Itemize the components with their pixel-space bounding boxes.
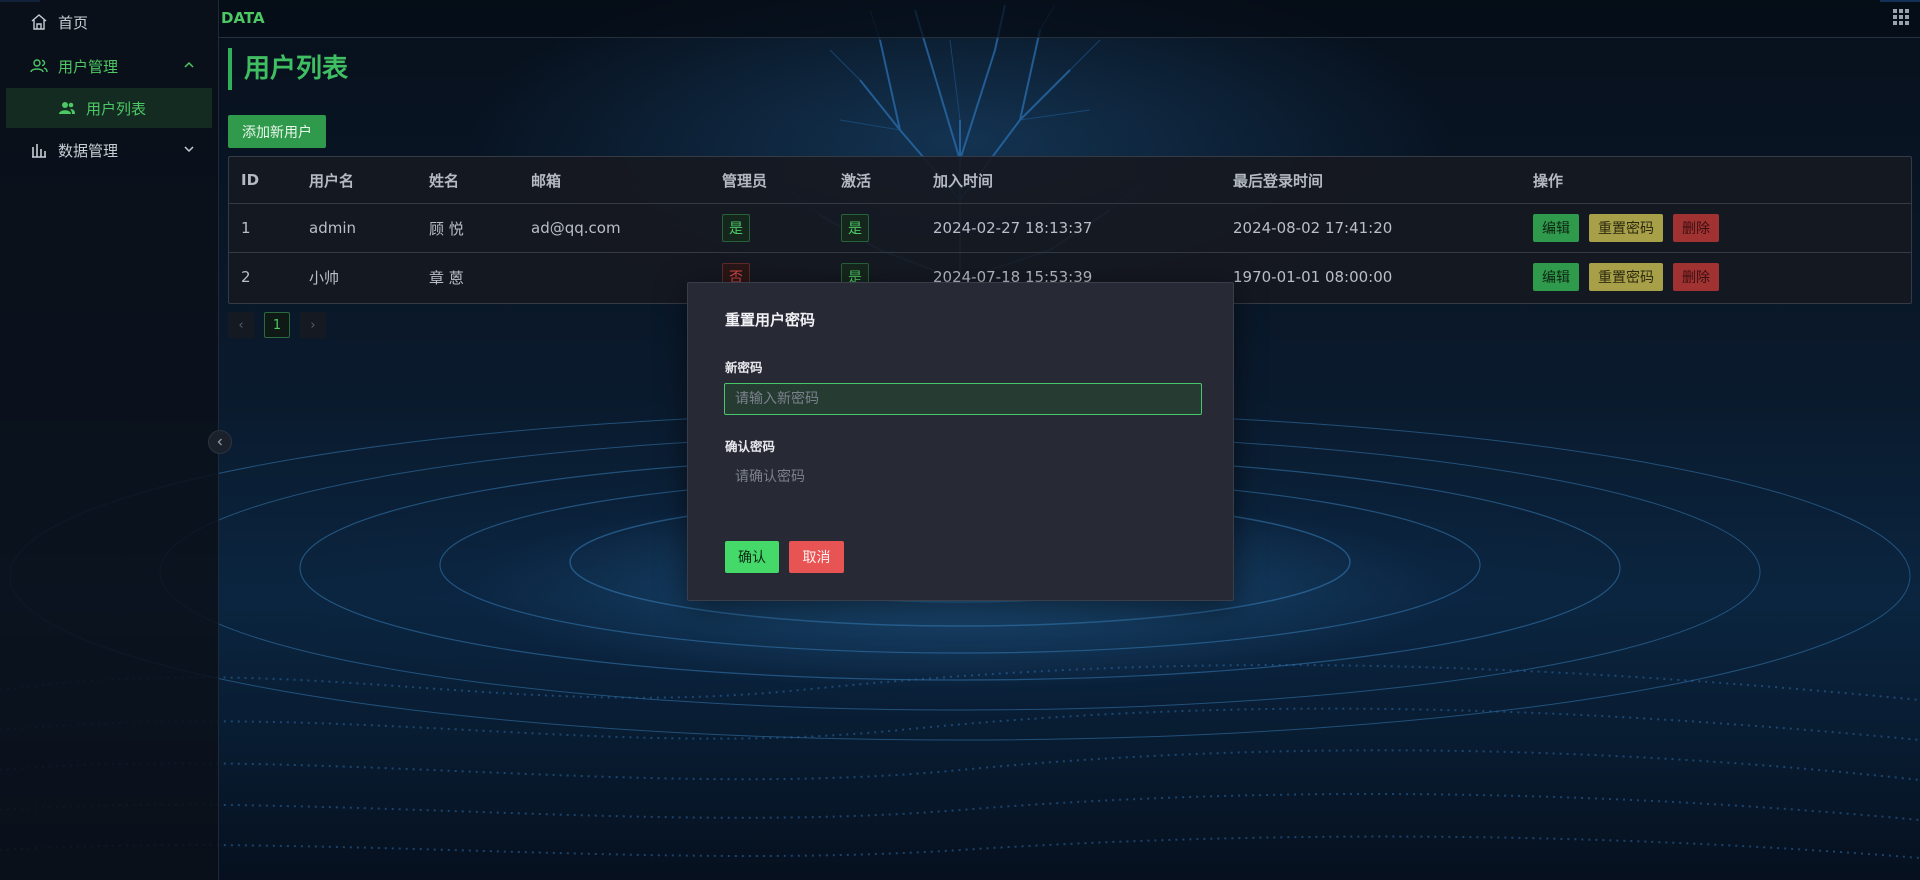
sidebar-item-label: 首页 (58, 13, 89, 32)
column-header-email: 邮箱 (531, 171, 562, 190)
new-password-label: 新密码 (725, 360, 763, 375)
sidebar-collapse-button[interactable] (208, 430, 232, 454)
column-header-username: 用户名 (309, 171, 355, 190)
cell-active: 是 (841, 204, 869, 252)
reset-password-dialog: 重置用户密码 新密码 确认密码 确认 取消 (687, 282, 1234, 601)
page-number-button[interactable]: 1 (264, 312, 290, 338)
sidebar: 首页 用户管理 用户列表 数据管理 (0, 0, 232, 880)
cancel-button[interactable]: 取消 (789, 541, 844, 573)
cell-name: 章 蒽 (429, 268, 464, 287)
table-row: 1 admin 顾 悦 ad@qq.com 是 是 2024-02-27 18:… (229, 204, 1911, 253)
cell-name: 顾 悦 (429, 219, 464, 238)
prev-page-button[interactable]: ‹ (228, 312, 254, 338)
top-header: DATA (219, 0, 1920, 38)
cell-email: ad@qq.com (531, 219, 621, 237)
reset-password-button[interactable]: 重置密码 (1589, 263, 1663, 291)
column-header-last-login: 最后登录时间 (1233, 171, 1324, 190)
column-header-name: 姓名 (429, 171, 460, 190)
cell-id: 1 (241, 219, 251, 237)
delete-button[interactable]: 删除 (1673, 214, 1719, 242)
confirm-password-label: 确认密码 (725, 439, 776, 454)
edit-button[interactable]: 编辑 (1533, 214, 1579, 242)
column-header-id: ID (241, 171, 260, 189)
cell-id: 2 (241, 268, 251, 286)
cell-joined: 2024-02-27 18:13:37 (933, 219, 1093, 237)
column-header-active: 激活 (841, 171, 872, 190)
active-status-badge: 是 (841, 214, 869, 242)
sidebar-item-home[interactable]: 首页 (0, 0, 218, 44)
column-header-admin: 管理员 (722, 171, 768, 190)
edit-button[interactable]: 编辑 (1533, 263, 1579, 291)
cell-username: 小帅 (309, 268, 340, 287)
home-icon (30, 13, 48, 31)
chevron-left-icon (217, 438, 222, 446)
delete-button[interactable]: 删除 (1673, 263, 1719, 291)
cell-admin: 是 (722, 204, 750, 252)
sidebar-item-user-management[interactable]: 用户管理 (0, 44, 218, 88)
cell-last-login: 1970-01-01 08:00:00 (1233, 268, 1393, 286)
cell-actions: 编辑 重置密码 删除 (1533, 204, 1729, 252)
page-title: 用户列表 (228, 48, 348, 90)
app-window: 首页 用户管理 用户列表 数据管理 DATA 用户列表 添加新用户 ID 用户名… (0, 0, 1920, 880)
reset-password-button[interactable]: 重置密码 (1589, 214, 1663, 242)
sidebar-item-data-management[interactable]: 数据管理 (0, 128, 218, 172)
pagination: ‹ 1 › (228, 312, 336, 338)
next-page-button[interactable]: › (300, 312, 326, 338)
chevron-down-icon (182, 142, 196, 156)
new-password-input[interactable] (724, 383, 1202, 415)
cell-username: admin (309, 219, 356, 237)
sidebar-subitem-label: 用户列表 (86, 99, 147, 118)
admin-status-badge: 是 (722, 214, 750, 242)
sidebar-item-label: 用户管理 (58, 57, 119, 76)
confirm-password-input[interactable] (724, 461, 1202, 493)
confirm-button[interactable]: 确认 (725, 541, 779, 573)
column-header-joined: 加入时间 (933, 171, 994, 190)
sidebar-item-label: 数据管理 (58, 141, 119, 160)
users-icon (30, 57, 48, 75)
dialog-title: 重置用户密码 (725, 311, 816, 329)
table-header-row: ID 用户名 姓名 邮箱 管理员 激活 加入时间 最后登录时间 操作 (229, 157, 1911, 204)
chevron-up-icon (182, 58, 196, 72)
cell-last-login: 2024-08-02 17:41:20 (1233, 219, 1393, 237)
column-header-actions: 操作 (1533, 171, 1564, 190)
brand-logo-text: DATA (221, 9, 265, 27)
apps-grid-icon[interactable] (1892, 8, 1910, 26)
cell-actions: 编辑 重置密码 删除 (1533, 253, 1729, 301)
user-group-icon (58, 99, 76, 117)
add-user-button[interactable]: 添加新用户 (228, 115, 326, 148)
sidebar-subitem-user-list[interactable]: 用户列表 (6, 88, 212, 128)
bar-chart-icon (30, 141, 48, 159)
